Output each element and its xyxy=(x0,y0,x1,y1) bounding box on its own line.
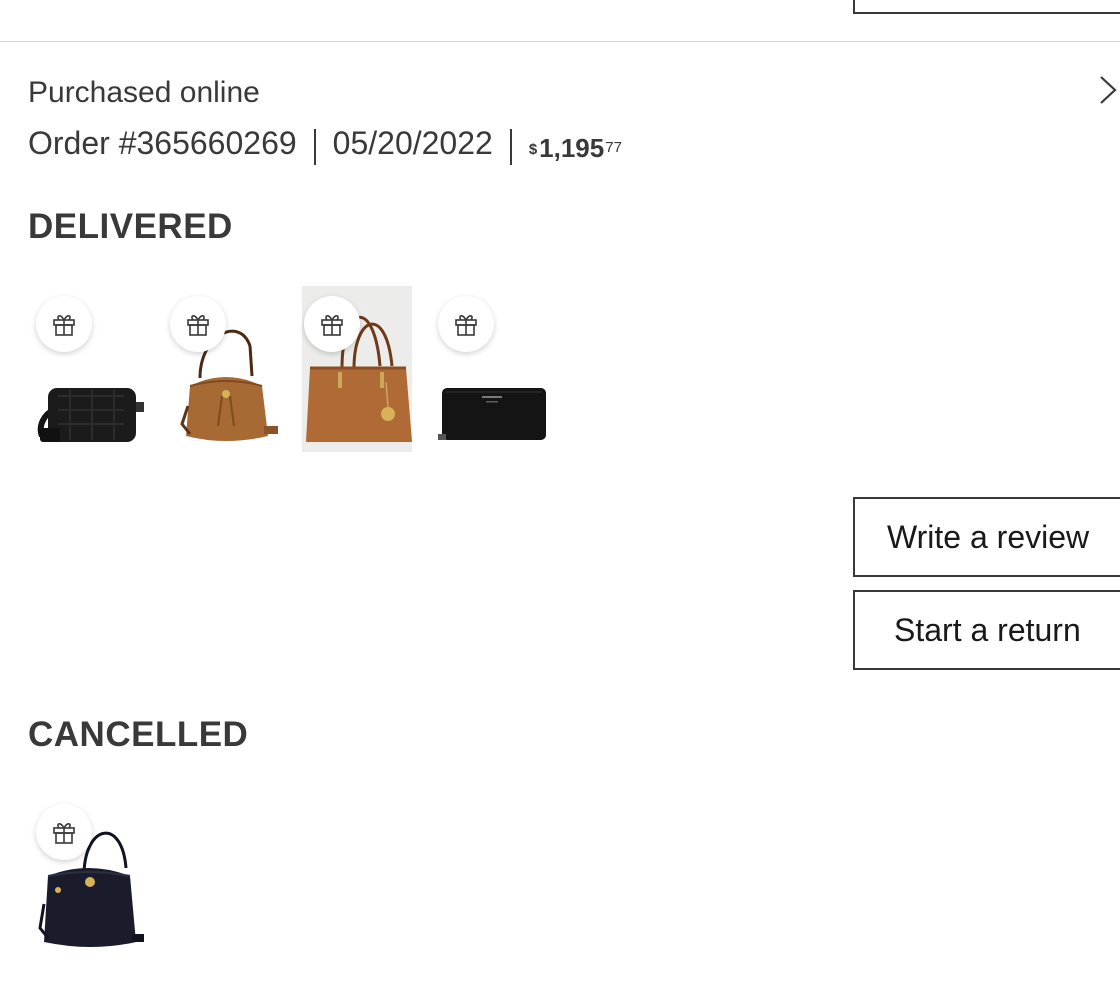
write-review-button[interactable]: Write a review xyxy=(853,497,1120,577)
order-divider xyxy=(0,41,1120,42)
order-date: 05/20/2022 xyxy=(332,125,493,161)
gift-badge xyxy=(438,296,494,352)
product-thumbnail-brown-tote-bag[interactable] xyxy=(302,286,412,452)
order-number: Order #365660269 xyxy=(28,125,297,161)
order-header[interactable]: Purchased online Order #365660269 05/20/… xyxy=(28,74,1120,169)
delivered-items xyxy=(34,286,546,452)
previous-order-button-edge[interactable] xyxy=(853,0,1120,14)
cancelled-items xyxy=(34,794,144,960)
order-total-cents: 77 xyxy=(605,139,622,156)
product-thumbnail-black-wallet[interactable] xyxy=(436,286,546,452)
gift-badge xyxy=(304,296,360,352)
order-total-currency: $ xyxy=(528,141,538,158)
gift-icon xyxy=(187,315,209,336)
chevron-right-icon[interactable] xyxy=(1097,74,1120,106)
separator xyxy=(313,128,316,165)
order-meta-line: Order #365660269 05/20/2022 $ 1,195 77 xyxy=(28,124,1120,169)
gift-icon xyxy=(53,823,75,844)
gift-badge xyxy=(170,296,226,352)
product-thumbnail-navy-bucket-bag[interactable] xyxy=(34,794,144,960)
separator xyxy=(509,128,512,165)
section-title-delivered: DELIVERED xyxy=(28,207,233,246)
section-title-cancelled: CANCELLED xyxy=(28,715,249,754)
gift-badge xyxy=(36,296,92,352)
gift-icon xyxy=(455,315,477,336)
order-total-whole: 1,195 xyxy=(539,133,605,163)
product-thumbnail-black-camera-bag[interactable] xyxy=(34,286,144,452)
order-total: $ 1,195 77 xyxy=(529,129,622,169)
gift-icon xyxy=(53,315,75,336)
gift-badge xyxy=(36,804,92,860)
start-return-button[interactable]: Start a return xyxy=(853,590,1120,670)
product-thumbnail-tan-bucket-bag[interactable] xyxy=(168,286,278,452)
gift-icon xyxy=(321,315,343,336)
purchase-channel: Purchased online xyxy=(28,76,260,109)
